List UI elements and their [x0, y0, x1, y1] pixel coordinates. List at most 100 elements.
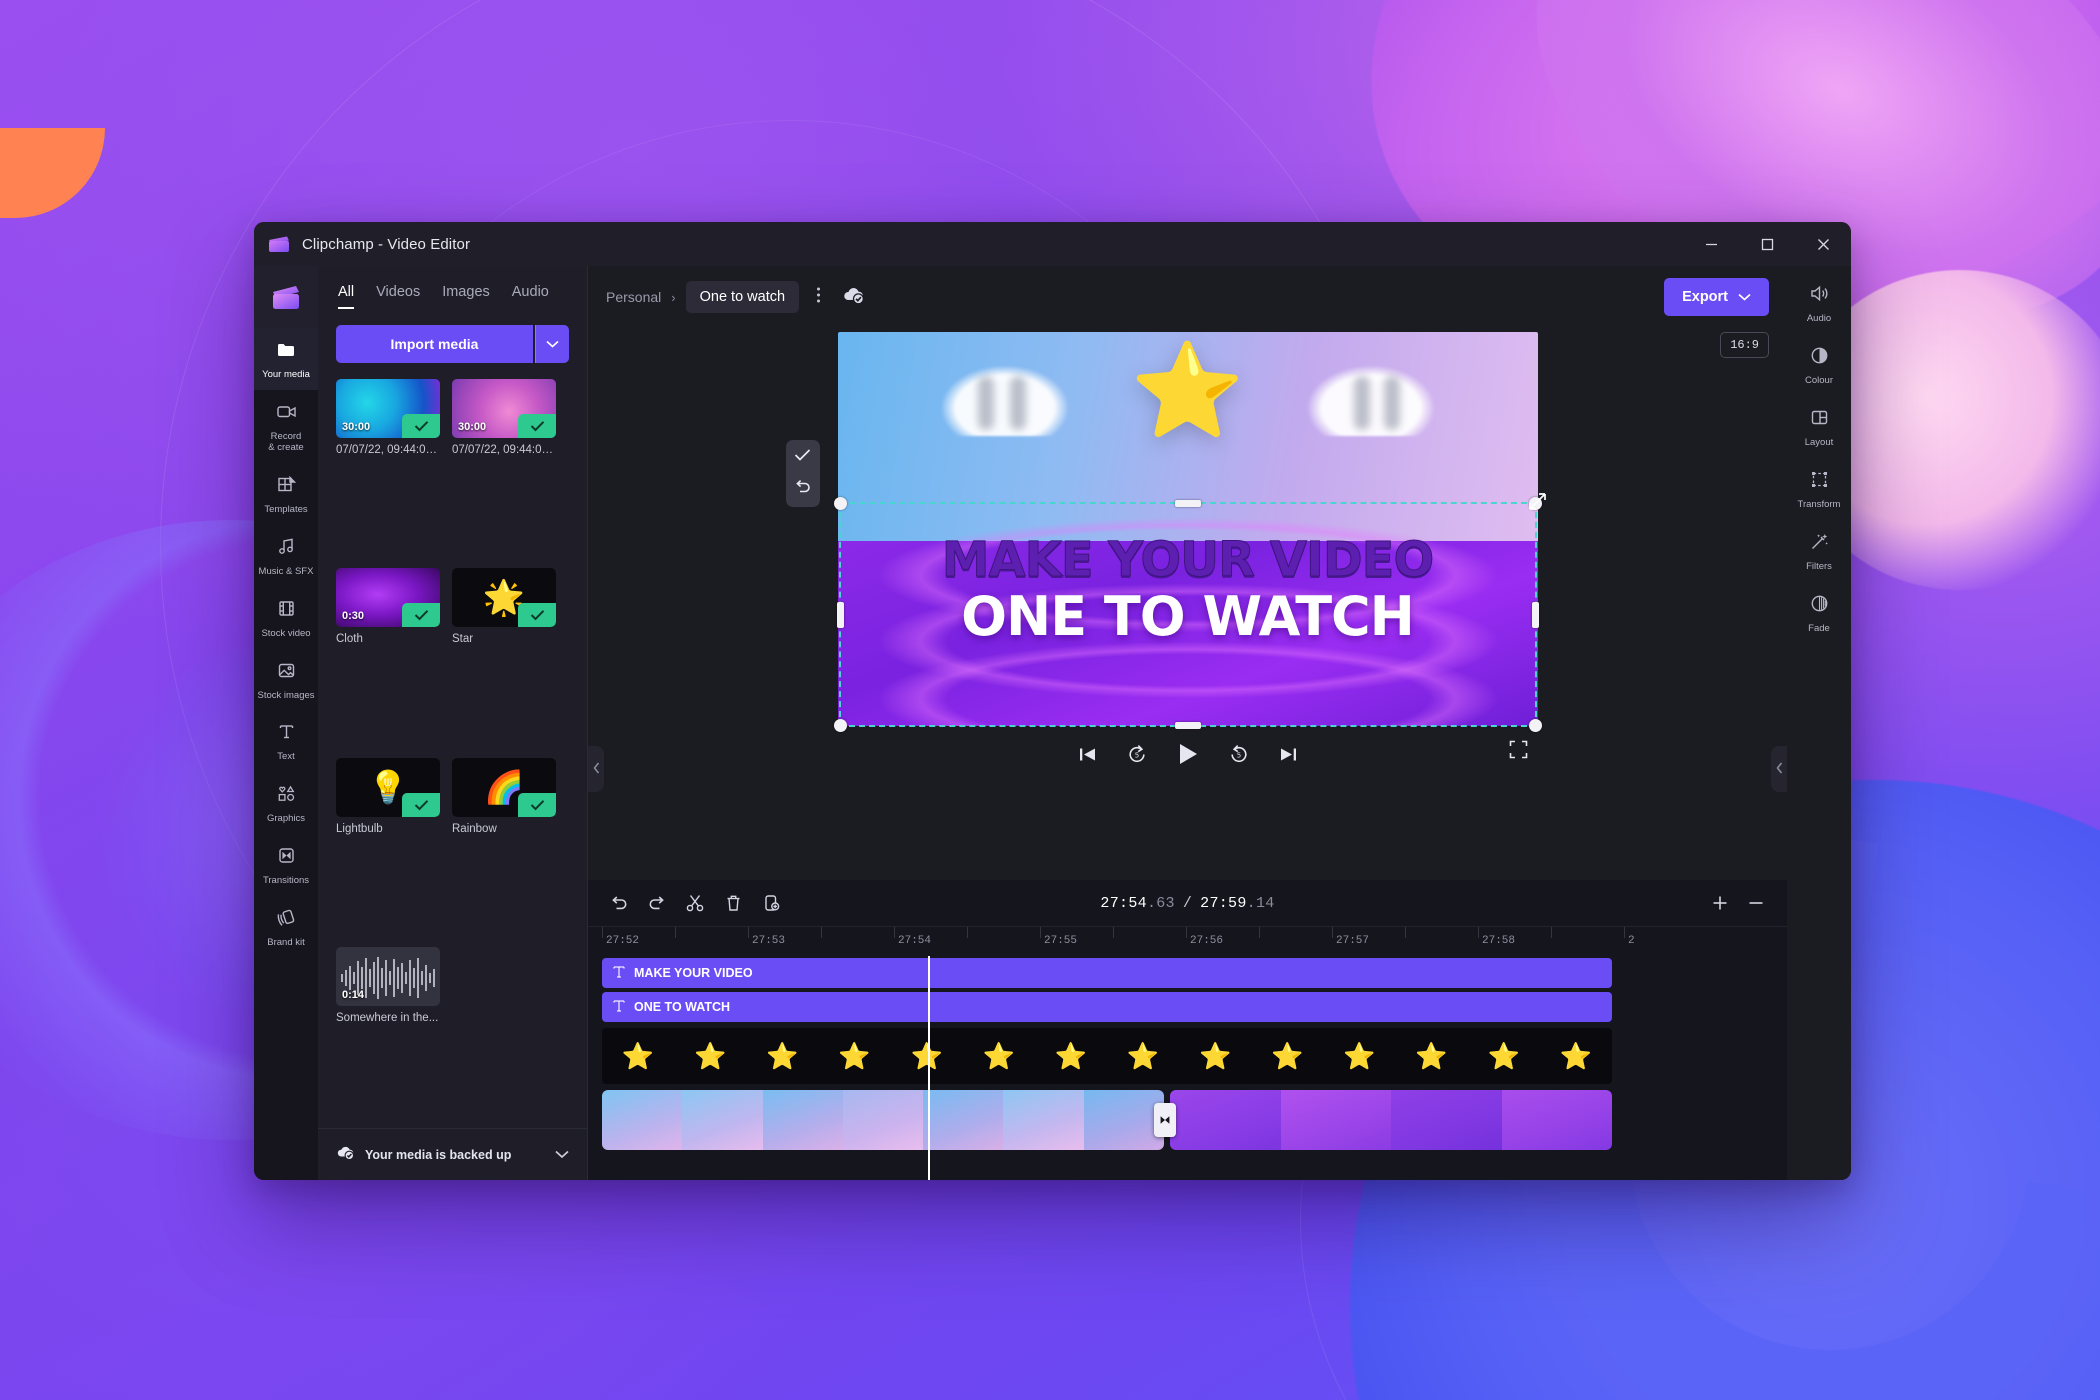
audio-waveform-thumbnail[interactable]: 0:14 — [336, 946, 440, 1006]
sidebar-item-templates[interactable]: Templates — [254, 463, 318, 525]
timeline-clip[interactable]: MAKE YOUR VIDEO — [602, 958, 1612, 988]
tab-audio[interactable]: Audio — [512, 284, 549, 309]
media-item[interactable]: 30:00 07/07/22, 09:44:02 -... — [336, 379, 440, 560]
minimize-button[interactable] — [1683, 222, 1739, 266]
collapse-right-panel-handle[interactable] — [1771, 746, 1787, 792]
timeline-clip[interactable] — [1170, 1090, 1612, 1150]
timeline-track-video-star[interactable]: ⭐ ⭐ ⭐ ⭐ ⭐ ⭐ ⭐ ⭐ ⭐ ⭐ ⭐ ⭐ ⭐ ⭐ — [602, 1028, 1787, 1084]
media-selected-check[interactable] — [518, 792, 556, 817]
more-options-icon[interactable] — [809, 286, 828, 309]
delete-button[interactable] — [716, 888, 750, 918]
video-canvas[interactable]: ⭐ MAKE YOUR VIDEO ONE TO WATCH — [837, 332, 1538, 726]
chevron-down-icon[interactable] — [555, 1146, 569, 1164]
fullscreen-button[interactable] — [1509, 740, 1528, 764]
media-thumbnail[interactable]: 💡 — [336, 757, 440, 817]
timeline-ruler[interactable]: 27:52 27:53 27:54 27:55 27:56 27:57 27:5… — [588, 926, 1787, 956]
close-button[interactable] — [1795, 222, 1851, 266]
timeline-clip[interactable]: ⭐ ⭐ ⭐ ⭐ ⭐ ⭐ ⭐ ⭐ ⭐ ⭐ ⭐ ⭐ ⭐ ⭐ — [602, 1028, 1612, 1084]
jump-to-start-button[interactable] — [1078, 746, 1097, 763]
tab-all[interactable]: All — [338, 284, 355, 309]
zoom-out-button[interactable] — [1739, 888, 1773, 918]
media-item[interactable]: 30:00 07/07/22, 09:44:02 -... — [452, 379, 556, 560]
media-item[interactable]: 🌟 Star — [452, 568, 556, 749]
property-item-filters[interactable]: Filters — [1787, 520, 1851, 582]
media-item[interactable]: 0:14 Somewhere in the... — [336, 946, 440, 1128]
playhead[interactable] — [928, 956, 930, 1180]
video-frame: ⭐ — [910, 1040, 943, 1071]
transition-marker[interactable] — [1154, 1103, 1176, 1137]
zoom-in-button[interactable] — [1703, 888, 1737, 918]
media-item[interactable]: 🌈 Rainbow — [452, 757, 556, 939]
property-item-layout[interactable]: Layout — [1787, 396, 1851, 458]
breadcrumb-project-name[interactable]: One to watch — [685, 281, 800, 313]
property-item-fade[interactable]: Fade — [1787, 582, 1851, 644]
media-selected-check[interactable] — [402, 414, 440, 438]
media-selected-check[interactable] — [402, 603, 440, 628]
media-thumbnail[interactable]: 0:30 — [336, 568, 440, 628]
property-item-colour[interactable]: Colour — [1787, 334, 1851, 396]
undo-icon[interactable] — [794, 479, 811, 499]
magic-wand-icon — [1809, 531, 1830, 557]
aspect-ratio-badge[interactable]: 16:9 — [1720, 332, 1769, 358]
media-thumbnail[interactable]: 🌈 — [452, 757, 556, 817]
property-item-audio[interactable]: Audio — [1787, 272, 1851, 334]
media-selected-check[interactable] — [518, 414, 556, 438]
sidebar-item-stock-video[interactable]: Stock video — [254, 587, 318, 649]
media-item[interactable]: 💡 Lightbulb — [336, 757, 440, 939]
breadcrumb-separator: › — [671, 289, 676, 305]
timeline-track-video-gradient[interactable] — [602, 1090, 1787, 1150]
backup-status-bar[interactable]: Your media is backed up — [318, 1128, 587, 1180]
redo-button[interactable] — [640, 888, 674, 918]
media-item-name: Somewhere in the... — [336, 1011, 439, 1024]
cloud-saved-icon[interactable] — [842, 285, 866, 310]
sidebar-item-music-sfx[interactable]: Music & SFX — [254, 525, 318, 587]
backup-status-text: Your media is backed up — [365, 1147, 512, 1162]
collapse-left-panel-handle[interactable] — [588, 746, 604, 792]
import-media-dropdown[interactable] — [535, 325, 569, 363]
media-item[interactable]: 0:30 Cloth — [336, 568, 440, 749]
media-item-name: 07/07/22, 09:44:02 -... — [336, 444, 440, 456]
undo-button[interactable] — [602, 888, 636, 918]
duplicate-button[interactable] — [754, 888, 788, 918]
media-selected-check[interactable] — [402, 792, 440, 817]
video-frame: ⭐ — [1343, 1040, 1376, 1071]
media-thumbnail[interactable]: 🌟 — [452, 568, 556, 628]
rail-logo-icon[interactable] — [254, 266, 318, 328]
sidebar-item-record-create[interactable]: Record & create — [254, 390, 318, 463]
export-button[interactable]: Export — [1664, 278, 1769, 316]
timeline-clip[interactable] — [602, 1090, 1164, 1150]
rewind-five-seconds-button[interactable]: 5 — [1127, 744, 1147, 764]
timeline-toolbar: 27:54.63 / 27:59.14 — [588, 880, 1787, 926]
property-item-transform[interactable]: Transform — [1787, 458, 1851, 520]
sidebar-item-text[interactable]: Text — [254, 710, 318, 772]
play-button[interactable] — [1177, 742, 1199, 766]
sidebar-item-stock-images[interactable]: Stock images — [254, 649, 318, 711]
jump-to-end-button[interactable] — [1279, 746, 1298, 763]
contrast-circle-icon — [1809, 345, 1830, 371]
sidebar-item-brand-kit[interactable]: Brand kit — [254, 896, 318, 958]
sidebar-item-graphics[interactable]: Graphics — [254, 772, 318, 834]
import-media-button[interactable]: Import media — [336, 325, 533, 363]
timeline-clip[interactable]: ONE TO WATCH — [602, 992, 1612, 1022]
sidebar-item-your-media[interactable]: Your media — [254, 328, 318, 390]
headline-text-1[interactable]: MAKE YOUR VIDEO — [838, 532, 1538, 589]
media-selected-check[interactable] — [518, 603, 556, 628]
media-thumbnail[interactable]: 30:00 — [452, 379, 556, 438]
maximize-button[interactable] — [1739, 222, 1795, 266]
sidebar-item-transitions[interactable]: Transitions — [254, 834, 318, 896]
ruler-tick: 27:52 — [606, 935, 640, 947]
headline-text-2[interactable]: ONE TO WATCH — [838, 585, 1538, 648]
tab-images[interactable]: Images — [442, 284, 490, 309]
timeline-track-text-1[interactable]: MAKE YOUR VIDEO — [602, 958, 1787, 988]
forward-five-seconds-button[interactable]: 5 — [1229, 744, 1249, 764]
confirm-icon[interactable] — [794, 448, 811, 467]
timeline-track-text-2[interactable]: ONE TO WATCH — [602, 992, 1787, 1022]
sidebar-item-label: Graphics — [266, 813, 305, 825]
property-item-label: Fade — [1808, 622, 1830, 634]
split-button[interactable] — [678, 888, 712, 918]
tab-videos[interactable]: Videos — [376, 284, 420, 309]
cloud-streak — [1353, 376, 1370, 430]
media-thumbnail[interactable]: 30:00 — [336, 379, 440, 438]
text-t-icon — [276, 721, 297, 747]
breadcrumb-root[interactable]: Personal — [606, 289, 661, 305]
